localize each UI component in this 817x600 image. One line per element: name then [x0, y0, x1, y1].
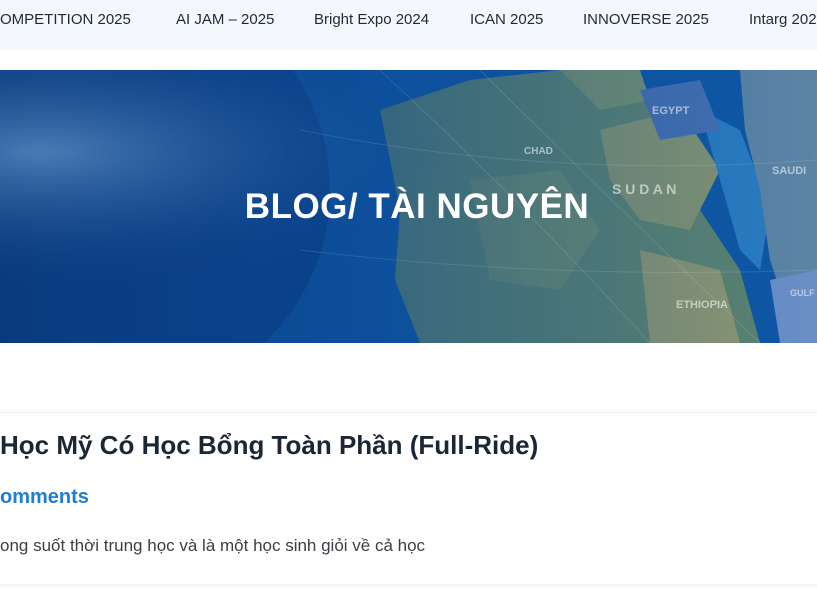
map-label-saudi: SAUDI [772, 165, 806, 177]
post-comments-link[interactable]: omments [0, 486, 89, 509]
hero-banner: EGYPT S U D A N SAUDI ETHIOPIA GULF CHAD… [0, 70, 817, 343]
map-label-gulf: GULF [790, 288, 815, 298]
map-label-egypt: EGYPT [652, 105, 690, 117]
nav-item-innoverse[interactable]: INNOVERSE 2025 [583, 11, 709, 28]
nav-item-bright-expo[interactable]: Bright Expo 2024 [314, 11, 429, 28]
nav-item-intarg[interactable]: Intarg 2025 [749, 11, 817, 28]
map-label-chad: CHAD [524, 146, 553, 157]
nav-item-ican[interactable]: ICAN 2025 [470, 11, 543, 28]
post-excerpt: ong suốt thời trung học và là một học si… [0, 536, 426, 555]
map-label-ethiopia: ETHIOPIA [676, 299, 728, 311]
page-title: BLOG/ TÀI NGUYÊN [244, 187, 590, 226]
nav-item-ai-jam[interactable]: AI JAM – 2025 [176, 11, 274, 28]
post-title[interactable]: Học Mỹ Có Học Bổng Toàn Phần (Full-Ride) [0, 430, 538, 461]
nav-item-competition[interactable]: OMPETITION 2025 [0, 11, 131, 28]
top-nav: OMPETITION 2025 AI JAM – 2025 Bright Exp… [0, 0, 817, 50]
